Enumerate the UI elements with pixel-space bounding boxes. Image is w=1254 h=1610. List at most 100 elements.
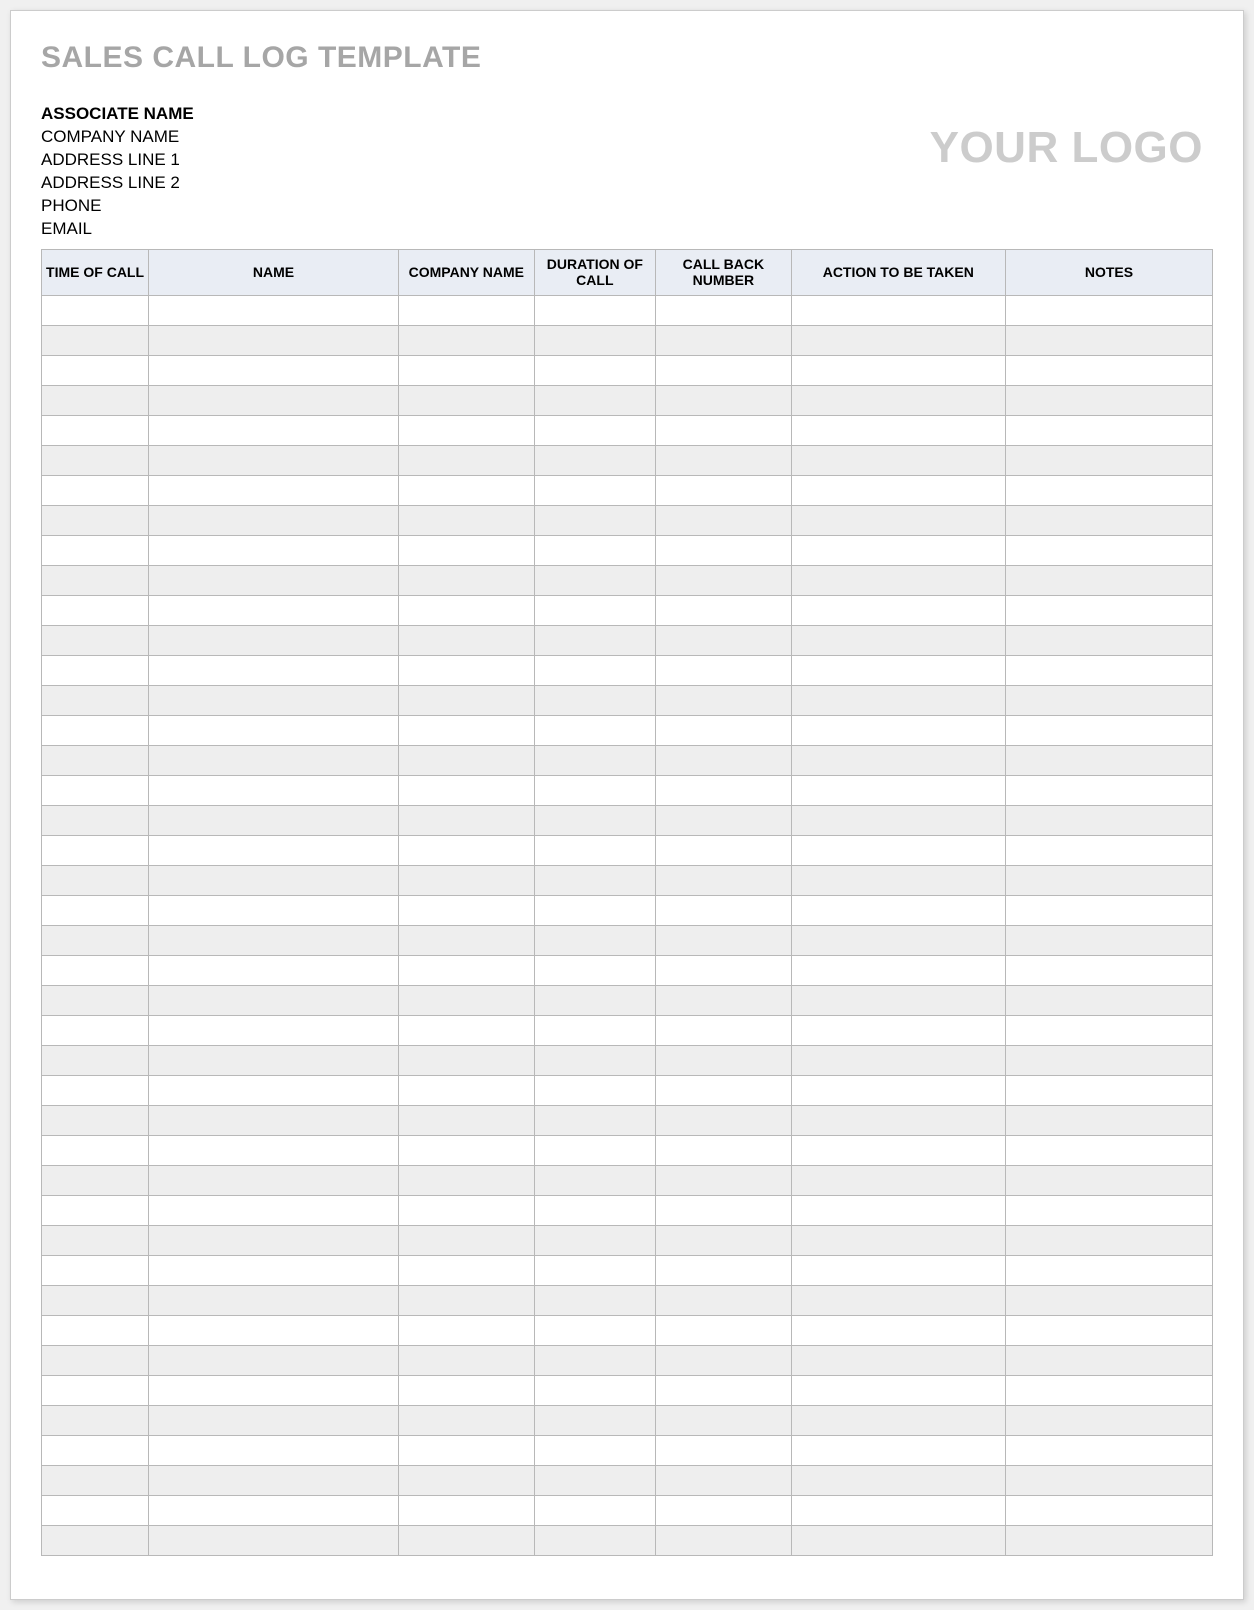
cell-name[interactable] <box>149 1436 399 1466</box>
cell-notes[interactable] <box>1005 1046 1212 1076</box>
cell-notes[interactable] <box>1005 626 1212 656</box>
cell-time[interactable] <box>42 1436 149 1466</box>
cell-time[interactable] <box>42 1286 149 1316</box>
cell-notes[interactable] <box>1005 656 1212 686</box>
cell-notes[interactable] <box>1005 1436 1212 1466</box>
cell-notes[interactable] <box>1005 776 1212 806</box>
cell-duration[interactable] <box>534 1136 655 1166</box>
cell-callback[interactable] <box>656 836 792 866</box>
cell-duration[interactable] <box>534 1196 655 1226</box>
cell-action[interactable] <box>791 1046 1005 1076</box>
cell-callback[interactable] <box>656 716 792 746</box>
cell-name[interactable] <box>149 1316 399 1346</box>
cell-name[interactable] <box>149 986 399 1016</box>
cell-name[interactable] <box>149 476 399 506</box>
cell-duration[interactable] <box>534 1346 655 1376</box>
cell-notes[interactable] <box>1005 836 1212 866</box>
cell-name[interactable] <box>149 386 399 416</box>
cell-action[interactable] <box>791 1466 1005 1496</box>
cell-notes[interactable] <box>1005 566 1212 596</box>
cell-company[interactable] <box>399 1496 535 1526</box>
cell-action[interactable] <box>791 986 1005 1016</box>
cell-company[interactable] <box>399 1286 535 1316</box>
cell-callback[interactable] <box>656 1226 792 1256</box>
cell-action[interactable] <box>791 686 1005 716</box>
cell-notes[interactable] <box>1005 686 1212 716</box>
cell-duration[interactable] <box>534 806 655 836</box>
cell-duration[interactable] <box>534 476 655 506</box>
cell-duration[interactable] <box>534 386 655 416</box>
cell-callback[interactable] <box>656 1196 792 1226</box>
cell-time[interactable] <box>42 1106 149 1136</box>
cell-company[interactable] <box>399 1136 535 1166</box>
cell-time[interactable] <box>42 836 149 866</box>
cell-notes[interactable] <box>1005 596 1212 626</box>
cell-name[interactable] <box>149 596 399 626</box>
cell-company[interactable] <box>399 986 535 1016</box>
cell-company[interactable] <box>399 296 535 326</box>
cell-name[interactable] <box>149 1196 399 1226</box>
cell-callback[interactable] <box>656 1406 792 1436</box>
cell-action[interactable] <box>791 1016 1005 1046</box>
cell-company[interactable] <box>399 956 535 986</box>
cell-time[interactable] <box>42 896 149 926</box>
cell-action[interactable] <box>791 716 1005 746</box>
cell-company[interactable] <box>399 566 535 596</box>
cell-company[interactable] <box>399 326 535 356</box>
cell-company[interactable] <box>399 1016 535 1046</box>
cell-action[interactable] <box>791 926 1005 956</box>
cell-name[interactable] <box>149 1406 399 1436</box>
cell-time[interactable] <box>42 1496 149 1526</box>
cell-duration[interactable] <box>534 1046 655 1076</box>
cell-notes[interactable] <box>1005 1106 1212 1136</box>
cell-action[interactable] <box>791 1226 1005 1256</box>
cell-duration[interactable] <box>534 596 655 626</box>
cell-notes[interactable] <box>1005 1076 1212 1106</box>
cell-name[interactable] <box>149 416 399 446</box>
cell-name[interactable] <box>149 1346 399 1376</box>
cell-company[interactable] <box>399 1406 535 1436</box>
cell-company[interactable] <box>399 1466 535 1496</box>
cell-callback[interactable] <box>656 866 792 896</box>
cell-time[interactable] <box>42 1466 149 1496</box>
cell-time[interactable] <box>42 1046 149 1076</box>
cell-notes[interactable] <box>1005 1316 1212 1346</box>
cell-action[interactable] <box>791 656 1005 686</box>
cell-notes[interactable] <box>1005 1136 1212 1166</box>
cell-notes[interactable] <box>1005 356 1212 386</box>
cell-action[interactable] <box>791 896 1005 926</box>
cell-duration[interactable] <box>534 776 655 806</box>
cell-name[interactable] <box>149 746 399 776</box>
cell-notes[interactable] <box>1005 1346 1212 1376</box>
cell-name[interactable] <box>149 356 399 386</box>
cell-action[interactable] <box>791 1406 1005 1436</box>
cell-action[interactable] <box>791 326 1005 356</box>
cell-time[interactable] <box>42 1316 149 1346</box>
cell-duration[interactable] <box>534 1286 655 1316</box>
cell-action[interactable] <box>791 746 1005 776</box>
cell-action[interactable] <box>791 566 1005 596</box>
cell-action[interactable] <box>791 476 1005 506</box>
cell-callback[interactable] <box>656 356 792 386</box>
cell-callback[interactable] <box>656 1496 792 1526</box>
cell-name[interactable] <box>149 536 399 566</box>
cell-notes[interactable] <box>1005 536 1212 566</box>
cell-company[interactable] <box>399 1346 535 1376</box>
cell-notes[interactable] <box>1005 1016 1212 1046</box>
cell-company[interactable] <box>399 746 535 776</box>
cell-company[interactable] <box>399 1166 535 1196</box>
cell-duration[interactable] <box>534 686 655 716</box>
cell-time[interactable] <box>42 1256 149 1286</box>
cell-action[interactable] <box>791 1286 1005 1316</box>
cell-name[interactable] <box>149 896 399 926</box>
cell-name[interactable] <box>149 1526 399 1556</box>
cell-callback[interactable] <box>656 986 792 1016</box>
cell-name[interactable] <box>149 956 399 986</box>
cell-name[interactable] <box>149 1046 399 1076</box>
cell-company[interactable] <box>399 1316 535 1346</box>
cell-callback[interactable] <box>656 1016 792 1046</box>
cell-action[interactable] <box>791 626 1005 656</box>
cell-company[interactable] <box>399 506 535 536</box>
cell-action[interactable] <box>791 296 1005 326</box>
cell-time[interactable] <box>42 776 149 806</box>
